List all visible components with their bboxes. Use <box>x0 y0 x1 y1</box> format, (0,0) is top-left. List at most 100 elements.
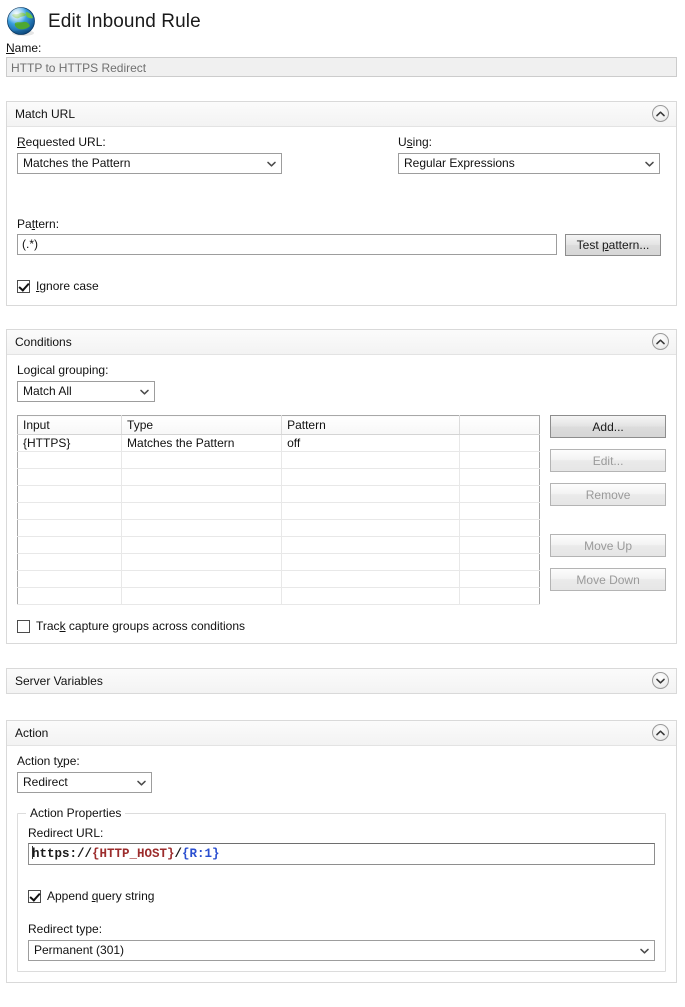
chevron-up-icon[interactable] <box>652 333 669 350</box>
cell-input: {HTTPS} <box>18 435 122 452</box>
section-conditions: Conditions Logical grouping: Match All <box>6 329 677 644</box>
ignore-case-row[interactable]: Ignore case <box>17 279 666 293</box>
cell-empty <box>282 520 460 537</box>
chevron-up-icon[interactable] <box>652 105 669 122</box>
cell-empty <box>18 588 122 605</box>
name-label: Name: <box>6 41 685 55</box>
cell-empty <box>460 571 540 588</box>
cell-empty <box>18 571 122 588</box>
logical-grouping-value: Match All <box>23 384 72 398</box>
logical-grouping-select[interactable]: Match All <box>17 381 155 402</box>
chevron-down-icon <box>140 382 149 401</box>
using-select[interactable]: Regular Expressions <box>398 153 660 174</box>
page-header: Edit Inbound Rule <box>0 0 685 38</box>
column-header-pattern[interactable]: Pattern <box>282 416 460 435</box>
name-input[interactable]: HTTP to HTTPS Redirect <box>6 57 677 77</box>
action-properties-group: Action Properties Redirect URL: https://… <box>17 813 666 972</box>
section-title-match-url: Match URL <box>15 107 75 121</box>
edit-condition-button[interactable]: Edit... <box>550 449 666 472</box>
using-value: Regular Expressions <box>404 156 515 170</box>
chevron-down-icon <box>645 154 654 173</box>
requested-url-select[interactable]: Matches the Pattern <box>17 153 282 174</box>
cell-empty <box>122 503 282 520</box>
cell-type: Matches the Pattern <box>122 435 282 452</box>
test-pattern-button[interactable]: Test pattern... <box>565 234 661 256</box>
cell-empty <box>460 486 540 503</box>
track-capture-groups-row[interactable]: Track capture groups across conditions <box>17 619 666 633</box>
table-row-empty[interactable] <box>18 554 540 571</box>
cell-empty <box>122 588 282 605</box>
track-capture-groups-checkbox[interactable] <box>17 620 30 633</box>
section-body-match-url: Requested URL: Matches the Pattern Using… <box>7 127 676 305</box>
chevron-down-icon <box>267 154 276 173</box>
redirect-type-value: Permanent (301) <box>34 943 124 957</box>
ignore-case-label: Ignore case <box>36 279 99 293</box>
cell-empty <box>282 469 460 486</box>
page-title: Edit Inbound Rule <box>48 11 201 33</box>
chevron-up-icon[interactable] <box>652 724 669 741</box>
section-body-action: Action type: Redirect Action Properties … <box>7 746 676 982</box>
table-row-empty[interactable] <box>18 469 540 486</box>
chevron-down-icon <box>137 773 146 792</box>
test-pattern-button-label: Test pattern... <box>577 238 650 252</box>
action-type-select[interactable]: Redirect <box>17 772 152 793</box>
cell-empty <box>122 486 282 503</box>
cell-empty <box>282 588 460 605</box>
section-header-match-url[interactable]: Match URL <box>7 102 676 127</box>
cell-empty <box>122 554 282 571</box>
append-query-string-label: Append query string <box>47 889 154 903</box>
ignore-case-checkbox[interactable] <box>17 280 30 293</box>
using-label: Using: <box>398 135 666 149</box>
remove-condition-button[interactable]: Remove <box>550 483 666 506</box>
requested-url-label: Requested URL: <box>17 135 288 149</box>
cell-empty <box>282 554 460 571</box>
move-down-button[interactable]: Move Down <box>550 568 666 591</box>
track-capture-groups-label: Track capture groups across conditions <box>36 619 245 633</box>
append-query-string-checkbox[interactable] <box>28 890 41 903</box>
redirect-type-select[interactable]: Permanent (301) <box>28 940 655 961</box>
section-header-action[interactable]: Action <box>7 721 676 746</box>
table-row-empty[interactable] <box>18 503 540 520</box>
conditions-grid[interactable]: Input Type Pattern {HTTPS} Matches the P… <box>17 415 540 605</box>
column-header-type[interactable]: Type <box>122 416 282 435</box>
table-row-empty[interactable] <box>18 486 540 503</box>
conditions-grid-header-row: Input Type Pattern <box>18 416 540 435</box>
logical-grouping-label: Logical grouping: <box>17 363 666 377</box>
cell-empty <box>460 537 540 554</box>
cell-empty <box>18 520 122 537</box>
section-title-server-variables: Server Variables <box>15 674 103 688</box>
conditions-grid-body: {HTTPS} Matches the Pattern off <box>18 435 540 605</box>
cell-empty <box>18 554 122 571</box>
add-condition-label: Add... <box>592 420 623 434</box>
cell-empty <box>460 554 540 571</box>
append-query-string-row[interactable]: Append query string <box>28 889 655 903</box>
table-row-empty[interactable] <box>18 452 540 469</box>
cell-empty <box>18 537 122 554</box>
action-properties-title: Action Properties <box>26 806 125 820</box>
section-header-conditions[interactable]: Conditions <box>7 330 676 355</box>
column-header-blank[interactable] <box>460 416 540 435</box>
move-up-button[interactable]: Move Up <box>550 534 666 557</box>
column-header-input[interactable]: Input <box>18 416 122 435</box>
table-row-empty[interactable] <box>18 588 540 605</box>
remove-condition-label: Remove <box>586 488 631 502</box>
pattern-label: Pattern: <box>17 217 666 231</box>
section-header-server-variables[interactable]: Server Variables <box>7 669 676 693</box>
redirect-url-token-slash: / <box>175 847 183 861</box>
table-row-empty[interactable] <box>18 537 540 554</box>
section-server-variables: Server Variables <box>6 668 677 694</box>
action-type-label: Action type: <box>17 754 666 768</box>
cell-empty <box>122 452 282 469</box>
section-action: Action Action type: Redirect Action Prop… <box>6 720 677 983</box>
chevron-down-icon[interactable] <box>652 672 669 689</box>
redirect-url-input[interactable]: https://{HTTP_HOST}/{R:1} <box>28 843 655 865</box>
table-row-empty[interactable] <box>18 520 540 537</box>
table-row[interactable]: {HTTPS} Matches the Pattern off <box>18 435 540 452</box>
cell-empty <box>122 537 282 554</box>
add-condition-button[interactable]: Add... <box>550 415 666 438</box>
table-row-empty[interactable] <box>18 571 540 588</box>
cell-empty <box>460 452 540 469</box>
edit-condition-label: Edit... <box>593 454 624 468</box>
pattern-input[interactable]: (.*) <box>17 234 557 255</box>
cell-empty <box>18 469 122 486</box>
